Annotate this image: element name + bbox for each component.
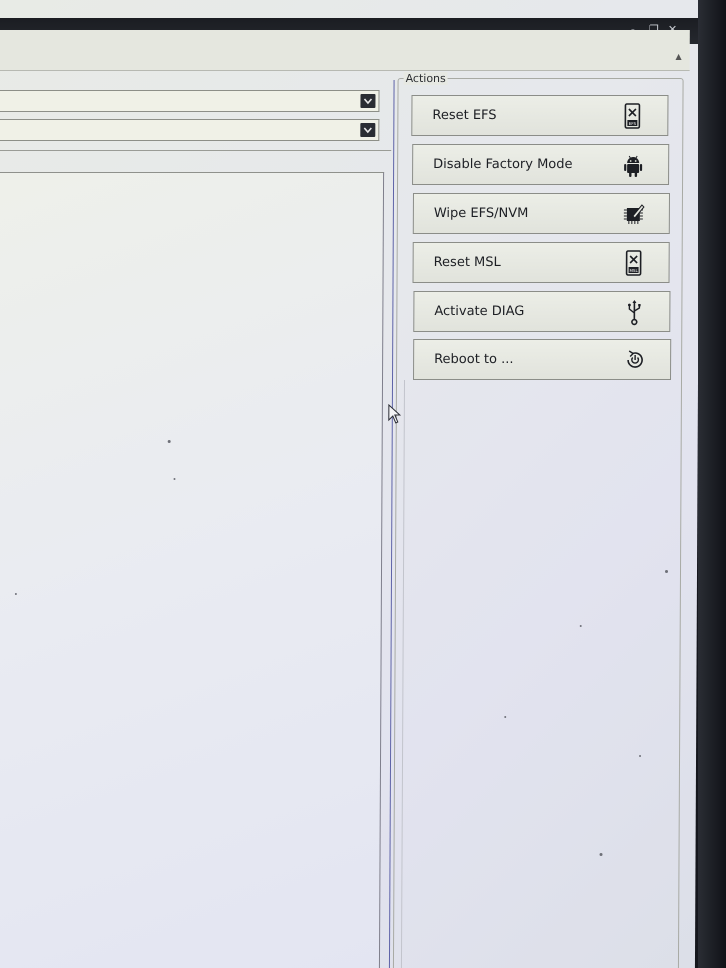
separator [0,150,392,151]
reset-msl-label: Reset MSL [433,255,501,270]
disable-factory-mode-button[interactable]: Disable Factory Mode [412,144,670,185]
reboot-to-button[interactable]: Reboot to ... [413,339,672,380]
actions-group-title: Actions [403,72,448,85]
mouse-cursor-icon [388,404,402,424]
activate-diag-label: Activate DIAG [434,304,525,319]
screen: - ❐ ✕ ▲ Actions Reset EFS [0,0,726,968]
log-output-area[interactable] [0,172,385,968]
app-window: - ❐ ✕ ▲ Actions Reset EFS [0,0,700,968]
scroll-up-arrow-icon[interactable]: ▲ [676,52,682,61]
wipe-efs-nvm-button[interactable]: Wipe EFS/NVM [412,193,670,234]
reboot-icon [624,346,646,374]
screen-speck [599,853,603,856]
screen-speck [639,755,642,757]
chip-wipe-icon [623,200,645,228]
reset-msl-button[interactable]: Reset MSL MSL [412,242,670,283]
efs-reset-icon: EFS [621,102,643,130]
activate-diag-button[interactable]: Activate DIAG [413,291,671,332]
monitor-bezel [698,0,726,968]
screen-speck [664,570,669,573]
screen-speck [167,440,171,443]
chevron-down-icon[interactable] [360,123,376,137]
disable-factory-mode-label: Disable Factory Mode [433,157,573,172]
svg-text:EFS: EFS [629,121,637,126]
wipe-efs-nvm-label: Wipe EFS/NVM [433,206,529,221]
screen-speck [173,478,176,480]
screen-speck [579,625,582,627]
screen-speck [504,716,507,718]
screen-speck [14,593,17,595]
chevron-down-icon[interactable] [360,94,376,108]
reboot-to-label: Reboot to ... [434,352,514,367]
port-select[interactable] [0,90,380,112]
reset-efs-label: Reset EFS [432,108,497,123]
mode-select[interactable] [0,119,380,141]
toolbar-strip [0,30,690,71]
svg-text:MSL: MSL [629,268,638,273]
android-icon [622,151,644,179]
reset-efs-button[interactable]: Reset EFS EFS [411,95,669,136]
usb-icon [623,298,645,326]
msl-reset-icon: MSL [623,249,645,277]
